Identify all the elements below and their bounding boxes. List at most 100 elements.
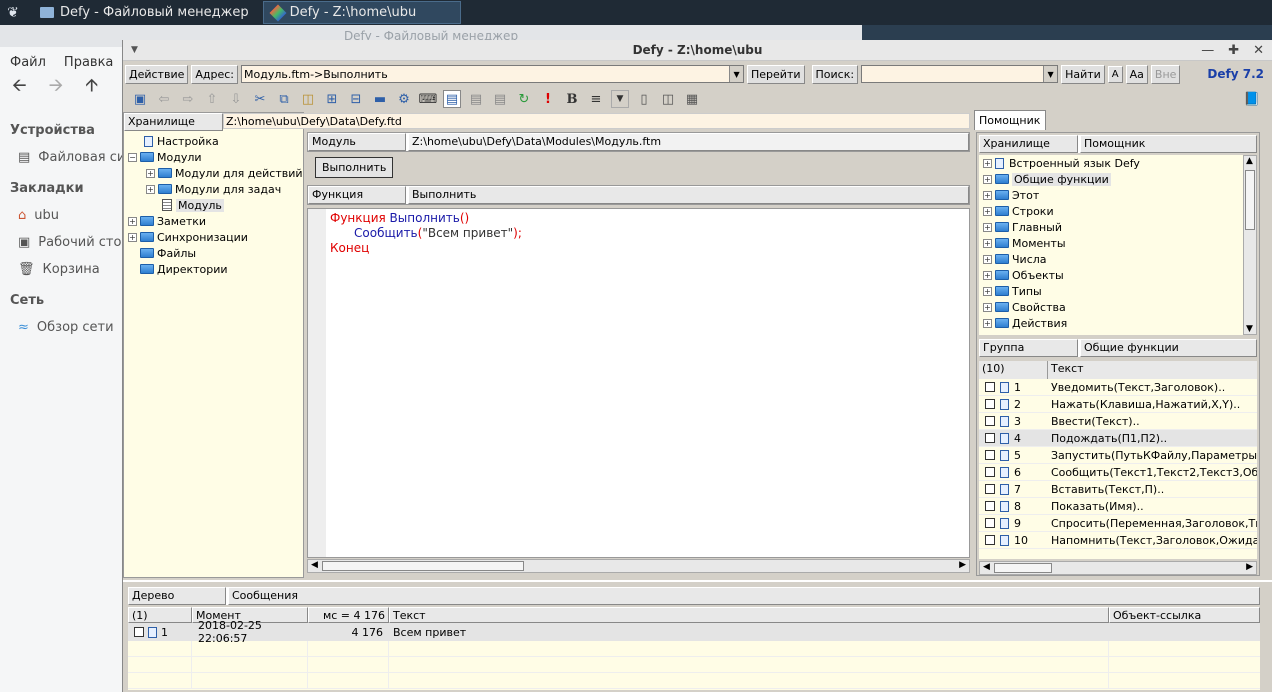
column-split-icon[interactable]: ◫ — [659, 90, 677, 108]
helper-list-row[interactable]: 10 Напомнить(Текст,Заголовок,Ожидани — [979, 532, 1257, 549]
alert-icon[interactable]: ! — [539, 90, 557, 108]
document-list-icon[interactable]: ▤ — [467, 90, 485, 108]
maximize-icon[interactable]: ✚ — [1228, 43, 1239, 58]
search-input[interactable]: ▼ — [861, 65, 1059, 83]
tree-item[interactable]: Настройка — [124, 133, 303, 149]
chevron-down-icon[interactable]: ▼ — [1043, 66, 1058, 82]
row-checkbox[interactable] — [985, 484, 995, 494]
helper-tree-item[interactable]: + Главный — [979, 219, 1243, 235]
document-image-icon[interactable]: ▤ — [491, 90, 509, 108]
collapse-toggle-icon[interactable]: − — [128, 152, 137, 162]
document-icon[interactable]: ▤ — [443, 90, 461, 108]
column-icon[interactable]: ▯ — [635, 90, 653, 108]
expand-toggle-icon[interactable]: + — [983, 254, 992, 264]
expand-toggle-icon[interactable]: + — [983, 190, 992, 200]
helper-tree-item[interactable]: + Действия — [979, 315, 1243, 331]
storage-path-field[interactable]: Z:\home\ubu\Defy\Data\Defy.ftd — [223, 113, 970, 129]
col-ms[interactable]: мс = 4 176 — [308, 607, 389, 623]
tab-helper[interactable]: Помощник — [974, 110, 1046, 130]
arrow-right-icon[interactable]: ⇨ — [179, 90, 197, 108]
expand-toggle-icon[interactable]: + — [983, 286, 992, 296]
table-row[interactable]: 1 2018-02-25 22:06:57 4 176 Всем привет — [128, 619, 1260, 645]
paste-icon[interactable]: ◫ — [299, 90, 317, 108]
expand-toggle-icon[interactable]: + — [983, 222, 992, 232]
helper-list-horizontal-scrollbar[interactable]: ◀ ▶ — [979, 561, 1257, 575]
chevron-down-icon[interactable]: ▼ — [729, 66, 744, 82]
dropdown-icon[interactable]: ▼ — [611, 90, 629, 108]
col-count[interactable]: (1) — [128, 607, 192, 623]
sidebar-item-trash[interactable]: 🗑 Корзина — [0, 256, 122, 283]
helper-list-row[interactable]: 7 Вставить(Текст,П).. — [979, 481, 1257, 498]
tree-item[interactable]: + Модули для задач — [124, 181, 303, 197]
expand-toggle-icon[interactable]: + — [983, 206, 992, 216]
helper-list-row[interactable]: 2 Нажать(Клавиша,Нажатий,X,Y).. — [979, 396, 1257, 413]
scrollbar-thumb[interactable] — [994, 563, 1052, 573]
sidebar-item-filesystem[interactable]: ▤ Файловая сис — [0, 144, 122, 171]
helper-list-row[interactable]: 3 Ввести(Текст).. — [979, 413, 1257, 430]
expand-toggle-icon[interactable]: + — [983, 270, 992, 280]
help-book-icon[interactable]: 📘 — [1243, 90, 1261, 108]
case-toggle-button[interactable]: A — [1107, 65, 1123, 83]
bg-menu-file[interactable]: Файл — [10, 55, 46, 70]
col-ref[interactable]: Объект-ссылка — [1109, 607, 1260, 623]
menu-logo-icon[interactable]: ❦ — [0, 0, 26, 25]
tree-tab-label[interactable]: Дерево — [128, 587, 226, 605]
helper-tree-item[interactable]: + Числа — [979, 251, 1243, 267]
row-checkbox[interactable] — [985, 450, 995, 460]
tree-item[interactable]: Файлы — [124, 245, 303, 261]
expand-toggle-icon[interactable]: + — [983, 318, 992, 328]
arrow-up-icon[interactable]: ⇧ — [203, 90, 221, 108]
tree-item-selected[interactable]: Модуль — [124, 197, 303, 213]
sidebar-item-home[interactable]: ⌂ ubu — [0, 202, 122, 229]
row-checkbox[interactable] — [985, 467, 995, 477]
helper-tree-vertical-scrollbar[interactable]: ▲ ▼ — [1243, 155, 1257, 335]
align-icon[interactable]: ≡ — [587, 90, 605, 108]
messages-tab-label[interactable]: Сообщения — [228, 587, 1260, 605]
grid-icon[interactable]: ▦ — [683, 90, 701, 108]
expand-toggle-icon[interactable]: + — [983, 158, 992, 168]
helper-tree-item-selected[interactable]: + Общие функции — [979, 171, 1243, 187]
collapse-icon[interactable]: ⊟ — [347, 90, 365, 108]
tree-item[interactable]: + Заметки — [124, 213, 303, 229]
expand-toggle-icon[interactable]: + — [983, 302, 992, 312]
bg-menu-edit[interactable]: Правка — [64, 55, 113, 70]
helper-list-row-selected[interactable]: 4 Подождать(П1,П2).. — [979, 430, 1257, 447]
find-button[interactable]: Найти — [1061, 64, 1105, 84]
row-checkbox[interactable] — [985, 535, 995, 545]
bold-icon[interactable]: B — [563, 90, 581, 108]
up-arrow-icon[interactable]: 🡩 — [85, 73, 98, 103]
helper-tree-item[interactable]: + Строки — [979, 203, 1243, 219]
settings-gear-icon[interactable]: ⚙ — [395, 90, 413, 108]
scroll-right-icon[interactable]: ▶ — [1246, 562, 1253, 572]
helper-tree-item[interactable]: + Объекты — [979, 267, 1243, 283]
minimize-icon[interactable]: — — [1201, 43, 1214, 58]
refresh-icon[interactable]: ↻ — [515, 90, 533, 108]
helper-list-row[interactable]: 6 Сообщить(Текст1,Текст2,Текст3,Объе — [979, 464, 1257, 481]
sidebar-item-desktop[interactable]: ▣ Рабочий стол — [0, 229, 122, 256]
row-checkbox[interactable] — [985, 518, 995, 528]
taskbar-item-defy[interactable]: Defy - Z:\home\ubu — [262, 1, 461, 24]
scroll-right-icon[interactable]: ▶ — [959, 560, 966, 570]
helper-tree-item[interactable]: + Моменты — [979, 235, 1243, 251]
expand-toggle-icon[interactable]: + — [146, 168, 155, 178]
scrollbar-thumb[interactable] — [1245, 170, 1255, 230]
row-checkbox[interactable] — [985, 416, 995, 426]
helper-tree-item[interactable]: + Типы — [979, 283, 1243, 299]
row-checkbox[interactable] — [985, 501, 995, 511]
helper-tree-item[interactable]: + Встроенный язык Defy — [979, 155, 1243, 171]
expand-toggle-icon[interactable]: + — [983, 238, 992, 248]
keyboard-icon[interactable]: ⌨ — [419, 90, 438, 108]
code-editor[interactable]: Функция Выполнить() Сообщить("Всем приве… — [307, 208, 970, 558]
scroll-left-icon[interactable]: ◀ — [983, 562, 990, 572]
copy-icon[interactable]: ⧉ — [275, 90, 293, 108]
action-menu-button[interactable]: Действие — [125, 64, 189, 84]
back-arrow-icon[interactable]: 🡨 — [12, 73, 27, 103]
scrollbar-thumb[interactable] — [322, 561, 524, 571]
helper-list-row[interactable]: 9 Спросить(Переменная,Заголовок,Тип) — [979, 515, 1257, 532]
go-button[interactable]: Перейти — [747, 64, 805, 84]
row-checkbox[interactable] — [985, 382, 995, 392]
tree-item[interactable]: Директории — [124, 261, 303, 277]
expand-toggle-icon[interactable]: + — [146, 184, 155, 194]
tree-item[interactable]: − Модули — [124, 149, 303, 165]
sidebar-item-network[interactable]: ≈ Обзор сети — [0, 314, 122, 341]
